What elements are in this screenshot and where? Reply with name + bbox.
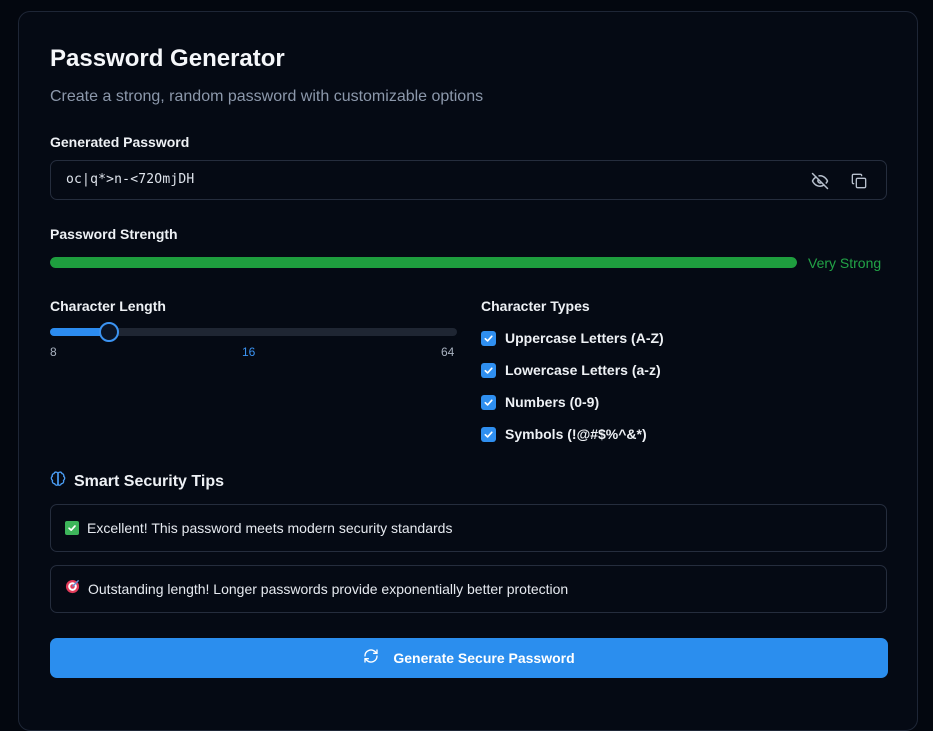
- generated-password-label: Generated Password: [50, 134, 190, 150]
- character-length-label: Character Length: [50, 298, 166, 314]
- strength-meter-fill: [50, 257, 797, 268]
- length-slider-thumb[interactable]: [99, 322, 120, 342]
- strength-meter: [50, 257, 797, 268]
- checkbox-lowercase-label: Lowercase Letters (a-z): [505, 362, 661, 378]
- tip-text: Excellent! This password meets modern se…: [87, 520, 453, 536]
- brain-icon: [50, 471, 66, 492]
- refresh-icon: [363, 648, 379, 669]
- checkbox-checked-icon[interactable]: [481, 394, 496, 410]
- tip-item: Excellent! This password meets modern se…: [50, 504, 887, 552]
- character-types-label: Character Types: [481, 298, 590, 314]
- generate-password-label: Generate Secure Password: [393, 650, 575, 666]
- check-mark-emoji-icon: [65, 521, 79, 535]
- password-field[interactable]: oc|q*>n-<72OmjDH: [50, 160, 887, 200]
- length-current-label: 16: [242, 345, 256, 359]
- length-slider[interactable]: [50, 322, 457, 342]
- checkbox-checked-icon[interactable]: [481, 362, 496, 378]
- password-strength-label: Password Strength: [50, 226, 178, 242]
- checkbox-lowercase[interactable]: Lowercase Letters (a-z): [481, 362, 661, 378]
- checkbox-checked-icon[interactable]: [481, 426, 496, 442]
- checkbox-symbols-label: Symbols (!@#$%^&*): [505, 426, 647, 442]
- page-title: Password Generator: [50, 45, 285, 72]
- tip-text: Outstanding length! Longer passwords pro…: [88, 581, 569, 597]
- security-tips-title: Smart Security Tips: [74, 472, 224, 490]
- eye-off-icon[interactable]: [810, 171, 830, 191]
- length-max-label: 64: [441, 345, 455, 359]
- length-min-label: 8: [50, 345, 57, 359]
- password-value[interactable]: oc|q*>n-<72OmjDH: [66, 172, 194, 187]
- checkbox-numbers[interactable]: Numbers (0-9): [481, 394, 599, 410]
- target-emoji-icon: [65, 579, 80, 599]
- checkbox-uppercase[interactable]: Uppercase Letters (A-Z): [481, 330, 664, 346]
- password-generator-card: Password Generator Create a strong, rand…: [18, 11, 918, 731]
- tip-item: Outstanding length! Longer passwords pro…: [50, 565, 887, 613]
- checkbox-uppercase-label: Uppercase Letters (A-Z): [505, 330, 664, 346]
- generate-password-button[interactable]: Generate Secure Password: [50, 638, 888, 678]
- strength-text: Very Strong: [808, 255, 882, 271]
- checkbox-symbols[interactable]: Symbols (!@#$%^&*): [481, 426, 647, 442]
- checkbox-checked-icon[interactable]: [481, 330, 496, 346]
- security-tips-header: Smart Security Tips: [50, 471, 224, 492]
- checkbox-numbers-label: Numbers (0-9): [505, 394, 600, 410]
- copy-icon[interactable]: [849, 171, 869, 191]
- page-subtitle: Create a strong, random password with cu…: [50, 88, 484, 105]
